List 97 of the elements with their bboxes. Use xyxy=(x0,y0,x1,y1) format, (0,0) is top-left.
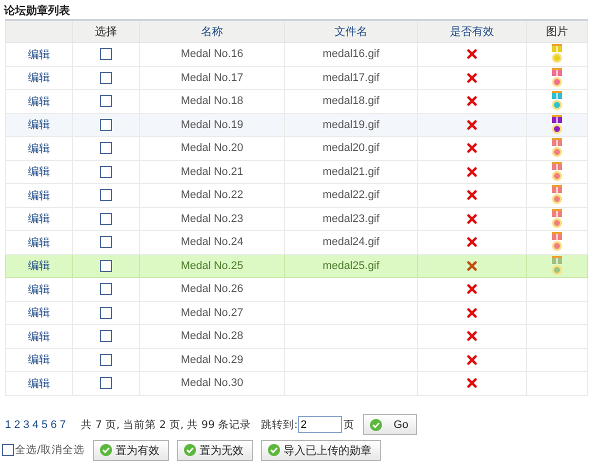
checkbox[interactable] xyxy=(100,236,112,248)
page-link[interactable]: 6 xyxy=(50,418,57,430)
column-header: 选择 xyxy=(95,25,117,38)
table-row[interactable]: 编辑 Medal No.19 medal19.gif xyxy=(6,113,588,136)
checkbox[interactable] xyxy=(100,260,112,272)
table-row[interactable]: 编辑 Medal No.17 medal17.gif xyxy=(6,66,588,90)
table-cell: medal25.gif xyxy=(322,260,380,272)
table-cell: Medal No.19 xyxy=(180,118,244,131)
table-cell: Medal No.22 xyxy=(180,189,244,202)
column-header: 是否有效 xyxy=(450,25,494,38)
select-all-label[interactable]: 全选/取消全选 xyxy=(15,443,85,457)
checkbox[interactable] xyxy=(100,166,112,178)
column-header: 图片 xyxy=(546,25,568,38)
column-header: 名称 xyxy=(201,25,223,38)
checkbox[interactable] xyxy=(100,330,112,342)
edit-link[interactable]: 编辑 xyxy=(28,48,50,61)
table-cell: Medal No.30 xyxy=(180,377,244,390)
page-unit: 页 xyxy=(344,418,355,432)
page-link[interactable]: 7 xyxy=(60,418,66,430)
page-input[interactable]: 2 xyxy=(298,416,342,433)
table-cell: Medal No.21 xyxy=(180,166,244,178)
page-summary: 共 7 页, 当前第 2 页, 共 99 条记录 xyxy=(81,418,252,432)
edit-link[interactable]: 编辑 xyxy=(28,330,50,343)
edit-link[interactable]: 编辑 xyxy=(28,236,50,249)
edit-link[interactable]: 编辑 xyxy=(28,71,50,84)
column-header: 文件名 xyxy=(334,25,368,38)
checkbox[interactable] xyxy=(100,48,112,60)
page-link[interactable]: 3 xyxy=(23,418,30,430)
page-link[interactable]: 2 xyxy=(14,418,20,430)
edit-link[interactable]: 编辑 xyxy=(28,212,50,226)
table-row[interactable]: 编辑 Medal No.23 medal23.gif xyxy=(6,207,588,230)
table-row[interactable]: 编辑 Medal No.30 xyxy=(6,372,588,395)
table-cell: Medal No.23 xyxy=(180,212,244,225)
table-row[interactable]: 编辑 Medal No.28 xyxy=(6,324,588,348)
edit-link[interactable]: 编辑 xyxy=(28,259,50,272)
checkbox[interactable] xyxy=(100,212,112,225)
edit-link[interactable]: 编辑 xyxy=(28,188,50,202)
check-icon xyxy=(100,444,112,456)
table-row[interactable]: 编辑 Medal No.24 medal24.gif xyxy=(6,230,588,254)
edit-link[interactable]: 编辑 xyxy=(28,282,50,296)
table-cell: medal23.gif xyxy=(322,212,380,225)
table-cell: medal17.gif xyxy=(322,72,380,84)
edit-link[interactable]: 编辑 xyxy=(28,94,50,108)
table-cell: medal21.gif xyxy=(322,166,380,178)
table-cell: Medal No.28 xyxy=(180,330,244,342)
table-row[interactable]: 编辑 Medal No.27 xyxy=(6,301,588,324)
checkbox[interactable] xyxy=(100,72,112,84)
page-title: 论坛勋章列表 xyxy=(2,3,71,17)
table-cell: medal19.gif xyxy=(322,118,380,131)
page-link[interactable]: 1 xyxy=(5,418,12,430)
table-row[interactable]: 编辑 Medal No.22 medal22.gif xyxy=(6,184,588,207)
checkbox[interactable] xyxy=(100,118,112,131)
edit-link[interactable]: 编辑 xyxy=(28,306,50,320)
table-row[interactable]: 编辑 Medal No.21 medal21.gif xyxy=(6,160,588,184)
check-icon xyxy=(370,418,382,430)
table-row[interactable]: 编辑 Medal No.20 medal20.gif xyxy=(6,136,588,160)
check-icon xyxy=(268,444,280,456)
table-row[interactable]: 编辑 Medal No.26 xyxy=(6,278,588,301)
action-button[interactable]: 置为无效 xyxy=(176,440,253,460)
edit-link[interactable]: 编辑 xyxy=(28,376,50,390)
action-button[interactable]: 导入已上传的勋章 xyxy=(260,440,381,460)
table-cell: Medal No.29 xyxy=(180,354,244,366)
checkbox[interactable] xyxy=(100,189,112,202)
checkbox[interactable] xyxy=(100,283,112,296)
edit-link[interactable]: 编辑 xyxy=(28,142,50,155)
edit-link[interactable]: 编辑 xyxy=(28,165,50,178)
table-cell: Medal No.16 xyxy=(180,48,244,60)
table-row[interactable]: 编辑 Medal No.18 medal18.gif xyxy=(6,90,588,113)
edit-link[interactable]: 编辑 xyxy=(28,353,50,366)
table-cell: Medal No.17 xyxy=(180,72,244,84)
table-row[interactable]: 编辑 Medal No.25 medal25.gif xyxy=(6,254,588,278)
action-button[interactable]: 置为有效 xyxy=(92,440,169,460)
go-button[interactable]: Go xyxy=(362,414,418,435)
table-cell: medal22.gif xyxy=(322,189,380,202)
checkbox[interactable] xyxy=(100,377,112,390)
table-cell: medal16.gif xyxy=(322,48,380,60)
edit-link[interactable]: 编辑 xyxy=(28,118,50,132)
table-row[interactable]: 编辑 Medal No.16 medal16.gif xyxy=(6,42,588,66)
page-link[interactable]: 5 xyxy=(42,418,48,430)
checkbox[interactable] xyxy=(2,444,14,456)
check-icon xyxy=(184,444,196,456)
table-row[interactable]: 编辑 Medal No.29 xyxy=(6,348,588,372)
table-cell: Medal No.27 xyxy=(180,306,244,319)
jump-label: 跳转到: xyxy=(261,418,298,432)
table-cell: medal24.gif xyxy=(322,236,380,248)
checkbox[interactable] xyxy=(100,354,112,366)
table-cell: medal20.gif xyxy=(322,142,380,154)
table-cell: Medal No.25 xyxy=(180,260,244,272)
table-cell: Medal No.18 xyxy=(180,95,244,108)
table-cell: Medal No.24 xyxy=(180,236,244,248)
table-cell: Medal No.20 xyxy=(180,142,244,154)
table-cell: medal18.gif xyxy=(322,95,380,108)
page-link[interactable]: 4 xyxy=(32,418,38,430)
checkbox[interactable] xyxy=(100,95,112,108)
table-cell: Medal No.26 xyxy=(180,283,244,296)
checkbox[interactable] xyxy=(100,142,112,154)
checkbox[interactable] xyxy=(100,306,112,319)
